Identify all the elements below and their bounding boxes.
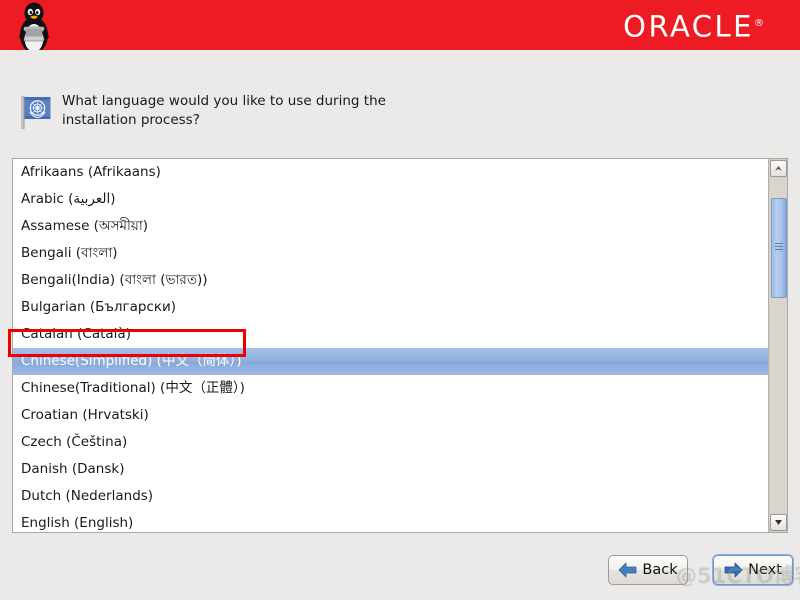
list-item[interactable]: Croatian (Hrvatski) [13,402,769,429]
un-flag-icon [21,96,51,129]
list-item[interactable]: Chinese(Traditional) (中文（正體）) [13,375,769,402]
chevron-up-icon [775,166,782,171]
prompt-row: What language would you like to use duri… [14,88,714,132]
list-item[interactable]: Bulgarian (Български) [13,294,769,321]
list-item[interactable]: Catalan (Català) [13,321,769,348]
list-item[interactable]: Danish (Dansk) [13,456,769,483]
list-item[interactable]: Afrikaans (Afrikaans) [13,159,769,186]
list-item[interactable]: Bengali(India) (বাংলা (ভারত)) [13,267,769,294]
list-item[interactable]: Chinese(Simplified) (中文（简体）) [13,348,769,375]
next-button-label: Next [748,562,782,578]
list-item[interactable]: English (English) [13,510,769,532]
scrollbar-up-button[interactable] [770,160,787,177]
arrow-left-icon [618,562,637,578]
list-item[interactable]: Bengali (বাংলা) [13,240,769,267]
list-item[interactable]: Dutch (Nederlands) [13,483,769,510]
list-item[interactable]: Assamese (অসমীয়া) [13,213,769,240]
language-list-viewport[interactable]: Afrikaans (Afrikaans) Arabic (العربية) Ass… [13,159,769,532]
tux-penguin-icon [19,2,49,50]
registered-trademark-symbol: ® [754,18,764,29]
back-button-label: Back [642,562,678,578]
language-listbox[interactable]: Afrikaans (Afrikaans) Arabic (العربية) Ass… [12,158,788,533]
chevron-down-icon [775,520,782,525]
language-list-scrollbar[interactable] [768,159,787,532]
next-button[interactable]: Next [713,555,793,585]
header-banner: ORACLE® [0,0,800,50]
list-item[interactable]: Czech (Čeština) [13,429,769,456]
oracle-brand-text: ORACLE [623,9,754,44]
scrollbar-down-button[interactable] [770,514,787,531]
scrollbar-grip-icon [775,243,783,252]
prompt-text: What language would you like to use duri… [62,93,386,128]
header-inner: ORACLE® [0,0,800,50]
scrollbar-thumb[interactable] [771,198,787,298]
back-button[interactable]: Back [608,555,688,585]
oracle-wordmark: ORACLE® [623,9,764,42]
arrow-right-icon [724,562,743,578]
scrollbar-track[interactable] [770,178,787,513]
list-item[interactable]: Arabic (العربية) [13,186,769,213]
